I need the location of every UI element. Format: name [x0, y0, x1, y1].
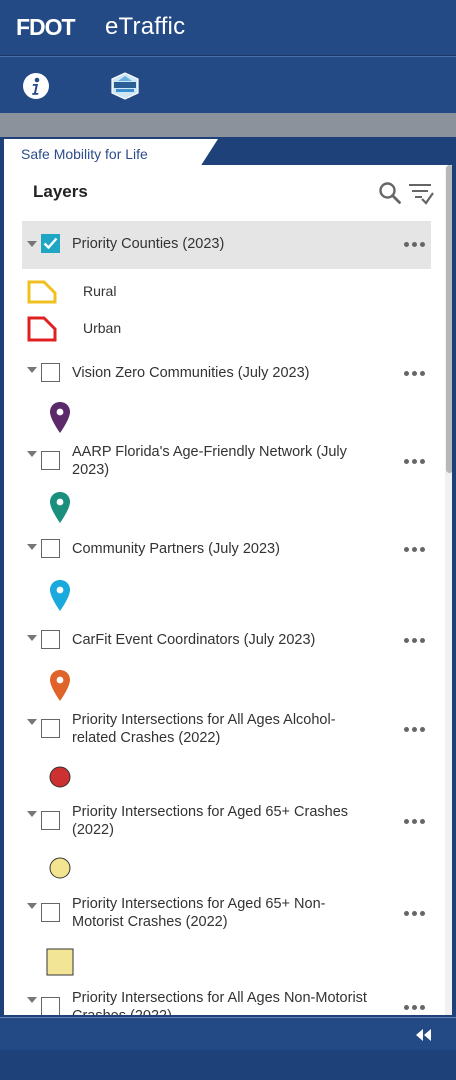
scrollbar-thumb[interactable] — [446, 165, 452, 473]
vision-zero-pin-icon — [50, 402, 70, 433]
layers-header: Layers — [4, 167, 444, 221]
more-options-icon[interactable] — [404, 727, 428, 733]
logo-text: FDOT — [16, 14, 76, 40]
layer-checkbox[interactable] — [41, 451, 60, 470]
layer-list: Priority Counties (2023) Rural Urban Vis… — [4, 221, 444, 1017]
filter-icon[interactable] — [408, 181, 434, 205]
layer-label: Priority Intersections for All Ages Non-… — [72, 990, 367, 1017]
carfit-pin-icon — [50, 670, 70, 701]
info-icon — [23, 72, 49, 99]
layer-label: CarFit Event Coordinators (July 2023) — [72, 632, 316, 648]
layer-row-alcohol-crashes[interactable]: Priority Intersections for All Ages Alco… — [22, 711, 431, 751]
aged65-nonmotorist-square-icon — [46, 948, 74, 976]
more-options-icon[interactable] — [404, 242, 428, 248]
layer-checkbox[interactable] — [41, 539, 60, 558]
aged65-crash-circle-icon — [49, 857, 71, 879]
layer-label: Community Partners (July 2023) — [72, 541, 280, 557]
gray-strip — [0, 113, 456, 137]
more-options-icon[interactable] — [404, 911, 428, 917]
more-options-icon[interactable] — [404, 459, 428, 465]
layer-row-carfit[interactable]: CarFit Event Coordinators (July 2023) — [22, 630, 431, 660]
layer-row-aarp[interactable]: AARP Florida's Age-Friendly Network (Jul… — [22, 443, 431, 483]
more-options-icon[interactable] — [404, 1005, 428, 1011]
rural-polygon-icon — [27, 280, 57, 304]
bottom-bar — [0, 1017, 456, 1050]
layer-checkbox[interactable] — [41, 903, 60, 922]
map-badge-button[interactable] — [105, 57, 145, 114]
layer-checkbox[interactable] — [41, 363, 60, 382]
bottom-strip — [0, 1050, 456, 1080]
layer-checkbox[interactable] — [41, 997, 60, 1015]
layer-checkbox[interactable] — [41, 719, 60, 738]
layer-row-aged65-nonmotorist[interactable]: Priority Intersections for Aged 65+ Non-… — [22, 895, 431, 935]
layer-label: AARP Florida's Age-Friendly Network (Jul… — [72, 444, 347, 478]
expand-caret-icon[interactable] — [27, 903, 37, 909]
expand-caret-icon[interactable] — [27, 635, 37, 641]
layer-checkbox[interactable] — [41, 630, 60, 649]
layer-row-nonmotorist-crashes[interactable]: Priority Intersections for All Ages Non-… — [22, 989, 431, 1017]
layer-label: Vision Zero Communities (July 2023) — [72, 365, 310, 381]
app-title: eTraffic — [105, 13, 186, 40]
tab-label: Safe Mobility for Life — [21, 146, 148, 162]
collapse-panel-icon[interactable] — [414, 1028, 434, 1042]
legend-priority-counties: Rural Urban — [4, 277, 444, 357]
layer-row-community-partners[interactable]: Community Partners (July 2023) — [22, 539, 431, 569]
layers-title: Layers — [33, 182, 88, 201]
more-options-icon[interactable] — [404, 819, 428, 825]
layer-label: Priority Intersections for Aged 65+ Non-… — [72, 896, 326, 930]
community-partners-pin-icon — [50, 580, 70, 611]
expand-caret-icon[interactable] — [27, 997, 37, 1003]
expand-caret-icon[interactable] — [27, 367, 37, 373]
expand-caret-icon[interactable] — [27, 811, 37, 817]
app: FDOT eTraffic Safe Mobility for Life Lay… — [0, 0, 456, 1080]
expand-caret-icon[interactable] — [27, 544, 37, 550]
layer-label: Priority Intersections for All Ages Alco… — [72, 712, 336, 746]
legend-label-rural: Rural — [83, 283, 117, 299]
urban-polygon-icon — [27, 316, 57, 342]
layer-row-aged65-crashes[interactable]: Priority Intersections for Aged 65+ Cras… — [22, 803, 431, 843]
map-badge-icon — [111, 71, 139, 100]
layer-checkbox[interactable] — [41, 811, 60, 830]
legend-label-urban: Urban — [83, 320, 122, 336]
search-icon[interactable] — [378, 181, 402, 205]
aarp-pin-icon — [50, 492, 70, 523]
layer-panel: Safe Mobility for Life Layers Priority C… — [2, 137, 454, 1017]
expand-caret-icon[interactable] — [27, 241, 37, 247]
info-button[interactable] — [16, 57, 56, 114]
more-options-icon[interactable] — [404, 547, 428, 553]
layer-label: Priority Intersections for Aged 65+ Cras… — [72, 804, 349, 838]
tab-safe-mobility[interactable]: Safe Mobility for Life — [4, 139, 218, 167]
toolbar — [0, 56, 456, 551]
alcohol-crash-circle-icon — [49, 766, 71, 788]
fdot-logo: FDOT — [16, 12, 88, 42]
top-bar: FDOT eTraffic — [0, 0, 456, 56]
more-options-icon[interactable] — [404, 371, 428, 377]
layer-checkbox[interactable] — [41, 234, 60, 253]
more-options-icon[interactable] — [404, 638, 428, 644]
expand-caret-icon[interactable] — [27, 719, 37, 725]
expand-caret-icon[interactable] — [27, 451, 37, 457]
layer-row-priority-counties[interactable]: Priority Counties (2023) — [22, 221, 431, 269]
layer-row-vision-zero[interactable]: Vision Zero Communities (July 2023) — [22, 363, 431, 397]
layer-label: Priority Counties (2023) — [72, 236, 225, 252]
